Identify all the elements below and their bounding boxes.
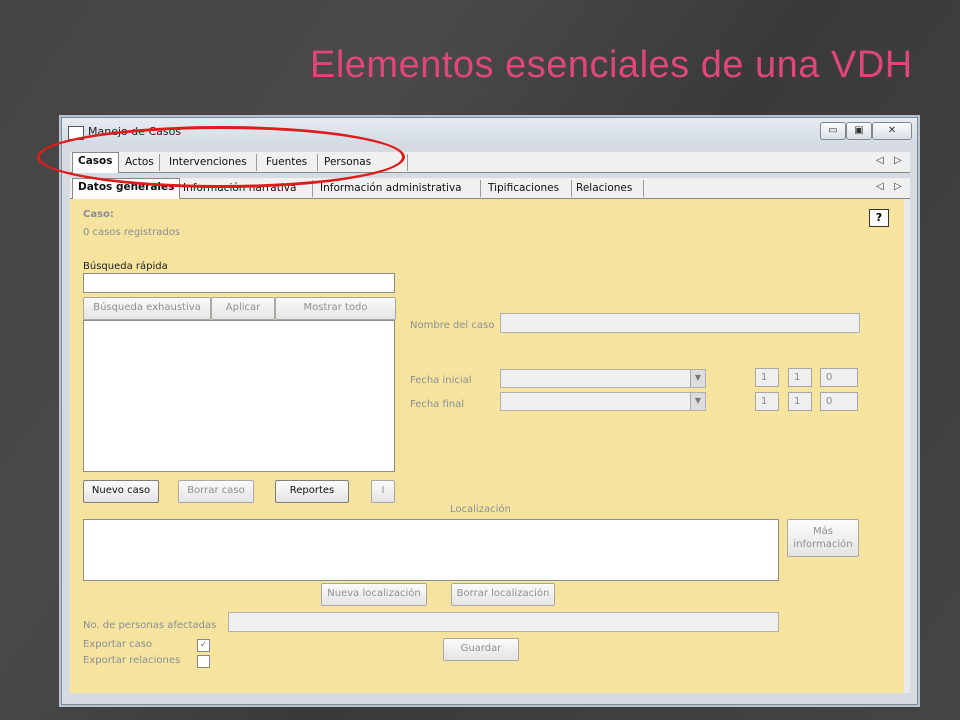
fecha-inicial-dia[interactable]: 1	[755, 368, 779, 387]
minimize-button[interactable]: ▭	[820, 122, 846, 140]
fecha-final-dia[interactable]: 1	[755, 392, 779, 411]
borrar-localizacion-button[interactable]: Borrar localización	[451, 583, 555, 606]
subtab-scroll-left-icon[interactable]: ◁	[876, 181, 884, 192]
borrar-caso-button[interactable]: Borrar caso	[178, 480, 254, 503]
datos-generales-panel: Caso: 0 casos registrados ? Búsqueda ráp…	[70, 199, 910, 693]
app-window: Manejo de Casos ▭ ▣ ✕ Casos Actos Interv…	[61, 117, 918, 705]
personas-afectadas-label: No. de personas afectadas	[83, 620, 217, 631]
tab-informacion-administrativa[interactable]: Información administrativa	[315, 180, 481, 197]
fecha-inicial-ano[interactable]: 0	[820, 368, 858, 387]
subtab-scroll-right-icon[interactable]: ▷	[894, 181, 902, 192]
restore-button[interactable]: ▣	[846, 122, 872, 140]
tab-relaciones[interactable]: Relaciones	[571, 180, 644, 197]
nombre-caso-input[interactable]	[500, 313, 860, 333]
tab-scroll-left-icon[interactable]: ◁	[876, 155, 884, 166]
exportar-caso-label: Exportar caso	[83, 639, 153, 650]
localizacion-label: Localización	[450, 504, 511, 515]
nombre-caso-label: Nombre del caso	[410, 320, 495, 331]
tab-tipificaciones[interactable]: Tipificaciones	[483, 180, 572, 197]
help-button[interactable]: ?	[869, 209, 889, 227]
close-button[interactable]: ✕	[872, 122, 912, 140]
busqueda-rapida-label: Búsqueda rápida	[83, 261, 168, 272]
mostrar-todo-button[interactable]: Mostrar todo	[275, 297, 396, 320]
reportes-button[interactable]: Reportes	[275, 480, 349, 503]
casos-count: 0 casos registrados	[83, 227, 181, 238]
fecha-final-mes[interactable]: 1	[788, 392, 812, 411]
guardar-button[interactable]: Guardar	[443, 638, 519, 661]
panel-scrollbar[interactable]	[904, 199, 910, 693]
caso-label: Caso:	[83, 209, 114, 220]
chevron-down-icon[interactable]: ▼	[690, 370, 705, 387]
aplicar-button[interactable]: Aplicar	[211, 297, 275, 320]
fecha-final-combo[interactable]: ▼	[500, 392, 706, 411]
fecha-final-label: Fecha final	[410, 399, 465, 410]
nuevo-caso-button[interactable]: Nuevo caso	[83, 480, 159, 503]
exportar-caso-checkbox[interactable]: ✓	[197, 639, 210, 652]
busqueda-rapida-input[interactable]	[83, 273, 395, 293]
nueva-localizacion-button[interactable]: Nueva localización	[321, 583, 427, 606]
exportar-relaciones-label: Exportar relaciones	[83, 655, 181, 666]
exportar-relaciones-checkbox[interactable]	[197, 655, 210, 668]
fecha-final-ano[interactable]: 0	[820, 392, 858, 411]
case-list[interactable]	[83, 320, 395, 472]
chevron-down-icon[interactable]: ▼	[690, 393, 705, 410]
info-button[interactable]: I	[371, 480, 395, 503]
mas-informacion-button[interactable]: Más información	[787, 519, 859, 557]
highlight-ellipse	[37, 126, 405, 188]
personas-afectadas-input[interactable]	[228, 612, 779, 632]
localizacion-list[interactable]	[83, 519, 779, 581]
fecha-inicial-mes[interactable]: 1	[788, 368, 812, 387]
tab-scroll-right-icon[interactable]: ▷	[894, 155, 902, 166]
slide-title: Elementos esenciales de una VDH	[310, 44, 913, 86]
fecha-inicial-label: Fecha inicial	[410, 375, 472, 386]
busqueda-exhaustiva-button[interactable]: Búsqueda exhaustiva	[83, 297, 211, 320]
fecha-inicial-combo[interactable]: ▼	[500, 369, 706, 388]
